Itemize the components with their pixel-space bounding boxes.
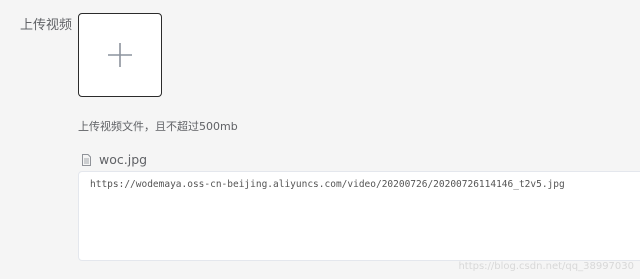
uploaded-file-item[interactable]: woc.jpg bbox=[82, 152, 147, 168]
watermark: https://blog.csdn.net/qq_38997030 bbox=[458, 261, 634, 272]
upload-tip: 上传视频文件，且不超过500mb bbox=[78, 120, 238, 133]
upload-video-label: 上传视频 bbox=[20, 18, 73, 33]
video-url-textarea[interactable]: https://wodemaya.oss-cn-beijing.aliyuncs… bbox=[78, 171, 640, 261]
upload-video-form: 上传视频 上传视频文件，且不超过500mb woc.jpg https://wo… bbox=[0, 0, 640, 279]
plus-icon bbox=[108, 43, 132, 67]
document-icon bbox=[82, 154, 91, 166]
upload-trigger-button[interactable] bbox=[78, 13, 162, 97]
video-url-text: https://wodemaya.oss-cn-beijing.aliyuncs… bbox=[90, 179, 565, 190]
file-name: woc.jpg bbox=[99, 152, 148, 167]
